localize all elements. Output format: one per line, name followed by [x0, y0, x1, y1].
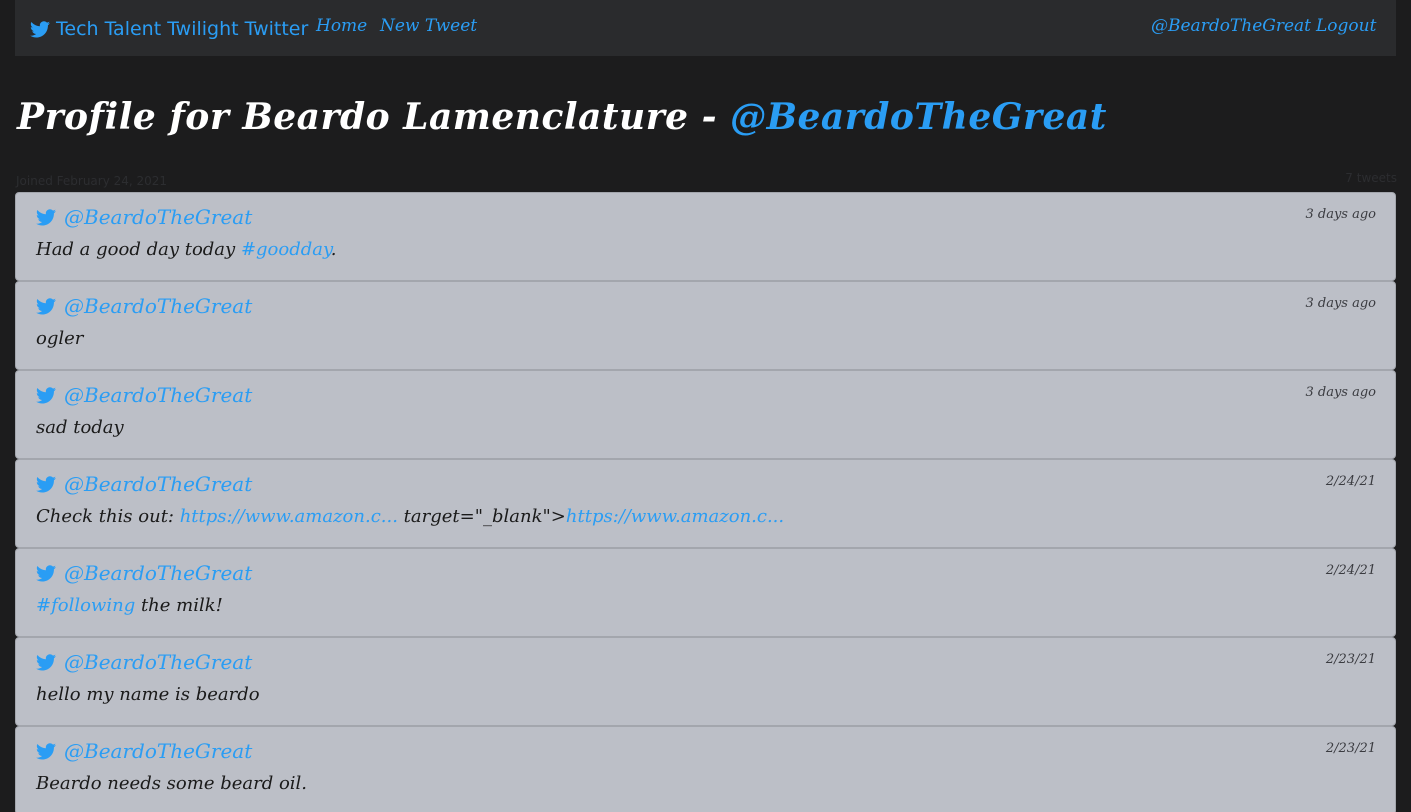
tweet-body: ogler [36, 328, 83, 349]
tweet-text: the milk! [135, 595, 223, 616]
nav-user-link[interactable]: @BeardoTheGreat [1151, 16, 1311, 36]
twitter-bird-icon [30, 20, 50, 38]
profile-handle-link[interactable]: @BeardoTheGreat [730, 96, 1107, 138]
tweet-text: hello my name is beardo [36, 684, 260, 705]
tweet-author-handle: @BeardoTheGreat [64, 294, 253, 318]
tweet-card: @BeardoTheGreat 3 days ago Had a good day … [15, 192, 1396, 281]
tweet-author-handle: @BeardoTheGreat [64, 205, 253, 229]
tweet-author-link[interactable]: @BeardoTheGreat [36, 472, 252, 496]
tweet-timestamp: 2/23/21 [1325, 652, 1376, 667]
twitter-bird-icon [36, 742, 56, 760]
tweet-timestamp: 2/24/21 [1325, 563, 1376, 578]
tweet-author-link[interactable]: @BeardoTheGreat [36, 294, 252, 318]
tweet-text: . [330, 239, 337, 260]
tweet-author-handle: @BeardoTheGreat [64, 561, 253, 585]
tweet-author-link[interactable]: @BeardoTheGreat [36, 650, 252, 674]
tweet-body: sad today [36, 417, 124, 438]
tweet-body: hello my name is beardo [36, 684, 260, 705]
tweet-author-link[interactable]: @BeardoTheGreat [36, 739, 252, 763]
tweet-text: Beardo needs some beard oil. [36, 773, 308, 794]
tweet-card: @BeardoTheGreat 3 days ago ogler [15, 281, 1396, 370]
brand-link[interactable]: Tech Talent Twilight Twitter [30, 15, 308, 43]
tweet-author-link[interactable]: @BeardoTheGreat [36, 383, 252, 407]
tweet-author-link[interactable]: @BeardoTheGreat [36, 561, 252, 585]
nav-new-tweet-link[interactable]: New Tweet [380, 16, 477, 36]
twitter-bird-icon [36, 386, 56, 404]
tweet-author-handle: @BeardoTheGreat [64, 383, 253, 407]
tweet-timestamp: 3 days ago [1305, 296, 1376, 311]
nav-logout-link[interactable]: Logout [1316, 16, 1376, 36]
brand-label: Tech Talent Twilight Twitter [56, 18, 309, 40]
tweet-card: @BeardoTheGreat 2/24/21 #following the mil… [15, 548, 1396, 637]
tweet-timestamp: 2/24/21 [1325, 474, 1376, 489]
tweet-list: @BeardoTheGreat 3 days ago Had a good day … [15, 192, 1396, 812]
tweet-timestamp: 3 days ago [1305, 385, 1376, 400]
tweet-text: target="_blank"> [397, 506, 566, 527]
tweet-body: #following the milk! [36, 595, 223, 616]
page-title-text: Profile for Beardo Lamenclature - [17, 96, 731, 138]
twitter-bird-icon [36, 564, 56, 582]
top-navbar: Tech Talent Twilight Twitter Home New Tw… [15, 0, 1396, 56]
tweet-timestamp: 3 days ago [1305, 207, 1376, 222]
nav-home-link[interactable]: Home [316, 16, 367, 36]
hashtag-link[interactable]: #goodday [241, 239, 331, 260]
page-title: Profile for Beardo Lamenclature - @Beard… [17, 96, 1107, 138]
tweet-card: @BeardoTheGreat 2/23/21 hello my name is b… [15, 637, 1396, 726]
url-link[interactable]: https://www.amazon.c... [566, 506, 784, 527]
tweet-author-handle: @BeardoTheGreat [64, 739, 253, 763]
tweet-body: Had a good day today #goodday. [36, 239, 337, 260]
tweet-text: Had a good day today [36, 239, 241, 260]
twitter-bird-icon [36, 208, 56, 226]
joined-date: Joined February 24, 2021 [16, 174, 168, 188]
hashtag-link[interactable]: #following [36, 595, 135, 616]
tweet-author-link[interactable]: @BeardoTheGreat [36, 205, 252, 229]
tweet-card: @BeardoTheGreat 2/23/21 Beardo needs some … [15, 726, 1396, 812]
tweet-text: Check this out: [36, 506, 180, 527]
tweet-timestamp: 2/23/21 [1325, 741, 1376, 756]
tweet-text: sad today [36, 417, 124, 438]
tweet-author-handle: @BeardoTheGreat [64, 472, 253, 496]
tweet-card: @BeardoTheGreat 2/24/21 Check this out: ht… [15, 459, 1396, 548]
url-link[interactable]: https://www.amazon.c... [180, 506, 398, 527]
tweet-body: Check this out: https://www.amazon.c... … [36, 506, 784, 527]
tweet-body: Beardo needs some beard oil. [36, 773, 307, 794]
tweet-card: @BeardoTheGreat 3 days ago sad today [15, 370, 1396, 459]
tweet-author-handle: @BeardoTheGreat [64, 650, 253, 674]
tweet-count: 7 tweets [1345, 171, 1397, 185]
twitter-bird-icon [36, 297, 56, 315]
twitter-bird-icon [36, 653, 56, 671]
tweet-text: ogler [36, 328, 84, 349]
twitter-bird-icon [36, 475, 56, 493]
